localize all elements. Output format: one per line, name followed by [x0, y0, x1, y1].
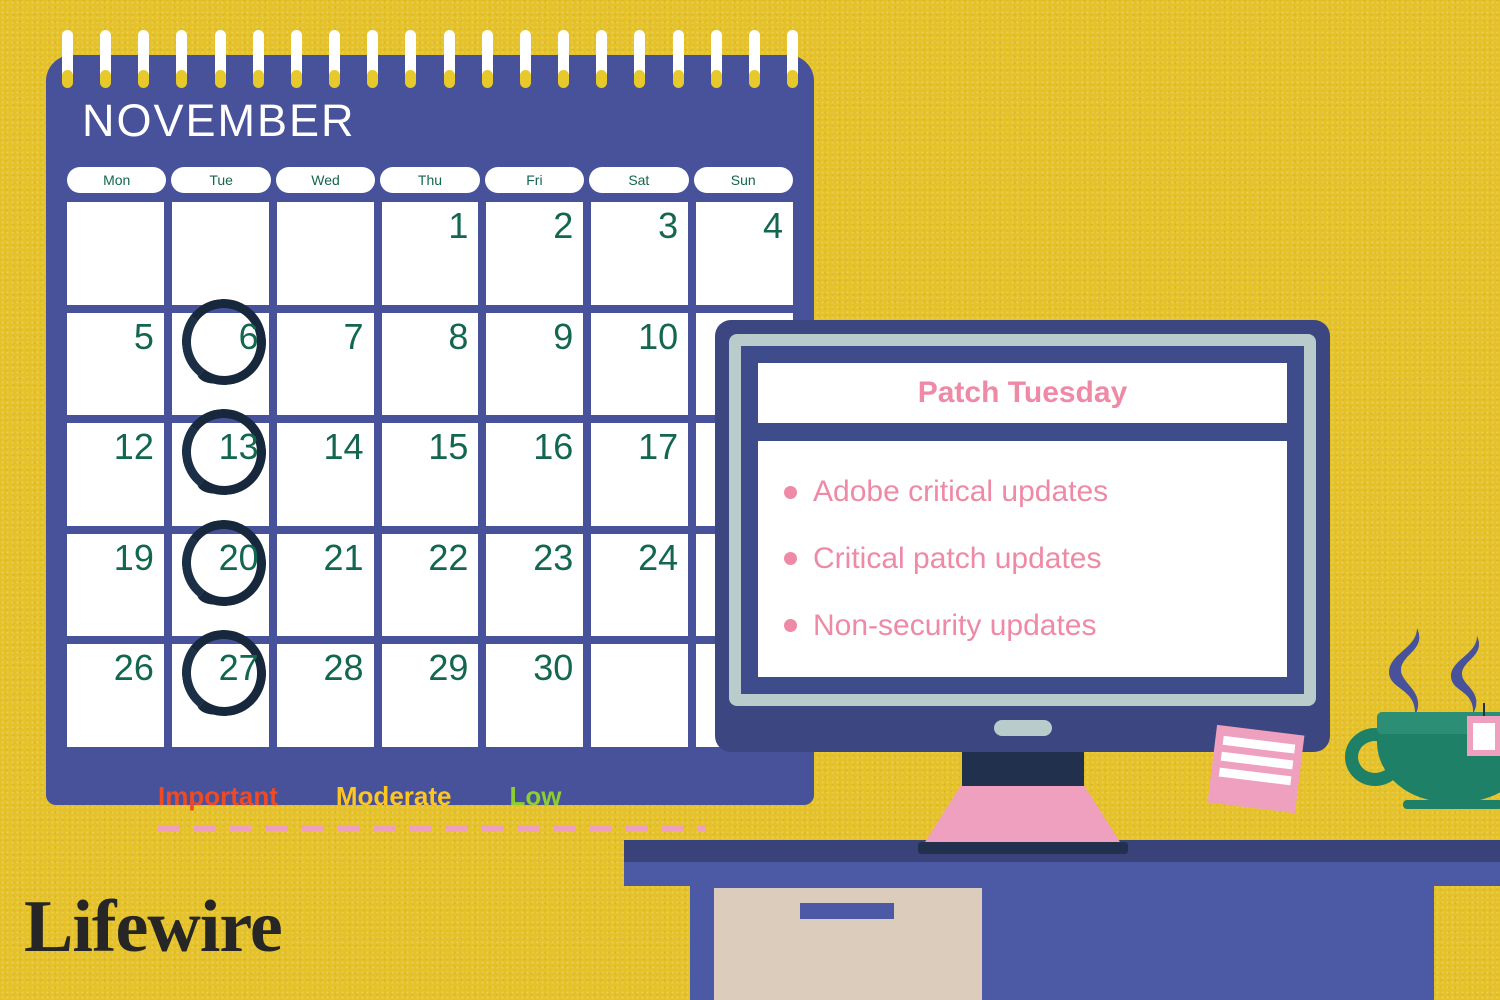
screen-bullet-item: Critical patch updates — [784, 542, 1261, 576]
screen-bullet-label: Critical patch updates — [813, 541, 1102, 575]
monitor-bezel: Patch Tuesday Adobe critical updates Crit… — [715, 320, 1330, 752]
sticky-note-line — [1218, 767, 1292, 786]
screen-bullet-list: Adobe critical updates Critical patch upd… — [758, 441, 1287, 677]
cup-foot — [1403, 800, 1500, 809]
power-button-icon[interactable] — [993, 720, 1052, 736]
steam-wisp-icon — [1389, 628, 1420, 716]
screen-bullet-label: Adobe critical updates — [813, 475, 1109, 509]
sticky-note-line — [1220, 751, 1294, 770]
bullet-dot-icon — [784, 552, 797, 566]
tea-bag-string — [1483, 703, 1485, 717]
monitor-stand-base-edge — [917, 842, 1128, 854]
tea-bag-tag — [1467, 716, 1500, 756]
screen-title-bar: Patch Tuesday — [758, 363, 1287, 423]
bullet-dot-icon — [784, 485, 797, 499]
sticky-note-line — [1222, 735, 1296, 754]
screen-bullet-item: Non-security updates — [784, 609, 1261, 643]
steam-wisp-icon — [1451, 636, 1480, 714]
monitor-stand-neck — [961, 752, 1084, 788]
desktop-monitor: Patch Tuesday Adobe critical updates Crit… — [715, 320, 1330, 854]
screen-bullet-label: Non-security updates — [813, 608, 1097, 642]
monitor-screen: Patch Tuesday Adobe critical updates Crit… — [741, 346, 1304, 694]
tea-bag-tag-inner — [1473, 722, 1495, 750]
desk-top-surface — [624, 862, 1500, 886]
monitor-inner-band: Patch Tuesday Adobe critical updates Crit… — [729, 334, 1316, 706]
bullet-dot-icon — [784, 619, 797, 633]
lifewire-logo: Lifewire — [24, 886, 283, 968]
drawer-handle-icon[interactable] — [800, 903, 894, 919]
sticky-note — [1207, 724, 1305, 814]
screen-title: Patch Tuesday — [917, 376, 1128, 409]
screen-bullet-item: Adobe critical updates — [784, 475, 1261, 509]
